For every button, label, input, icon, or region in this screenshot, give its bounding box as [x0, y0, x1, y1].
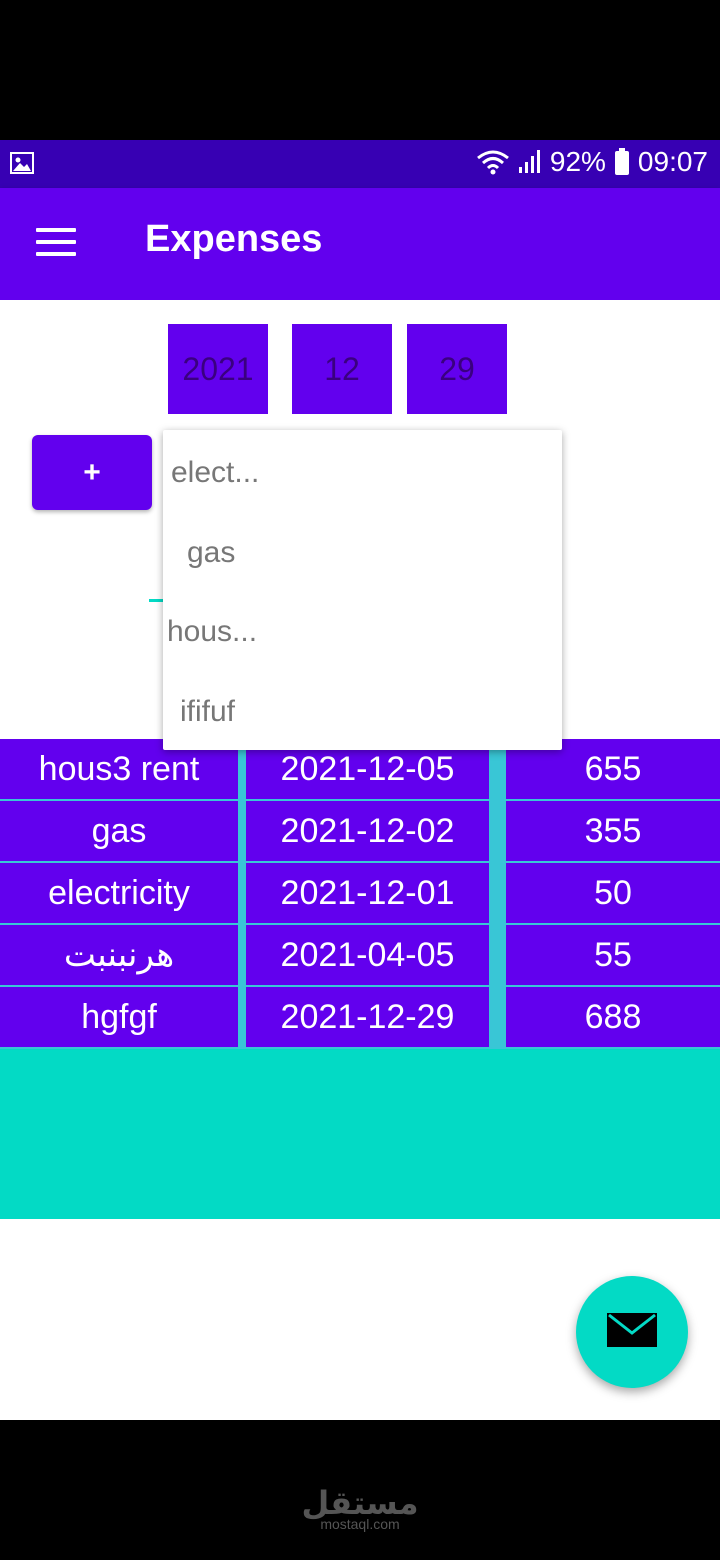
watermark-url: mostaql.com [320, 1516, 400, 1532]
input-underline [149, 599, 163, 602]
expense-name: هرنبنبت [0, 925, 238, 987]
dropdown-item[interactable]: hous... [167, 615, 257, 649]
expense-date: 2021-12-29 [246, 987, 489, 1049]
top-black-bar [0, 0, 720, 140]
add-button[interactable]: + [32, 435, 152, 510]
expense-date: 2021-12-02 [246, 801, 489, 863]
battery-percent: 92% [549, 146, 606, 177]
expense-name: electricity [0, 863, 238, 925]
dropdown-item[interactable]: ififuf [180, 695, 235, 729]
app-bar: Expenses [0, 188, 720, 300]
table-row[interactable]: hgfgf 2021-12-29 688 [0, 987, 720, 1049]
main-content: 2021 12 29 + elect... gas hous... ififuf… [0, 300, 720, 1420]
teal-panel [0, 1049, 720, 1219]
page-title: Expenses [145, 218, 323, 260]
day-field[interactable]: 29 [407, 324, 507, 414]
table-row[interactable]: هرنبنبت 2021-04-05 55 [0, 925, 720, 987]
month-field[interactable]: 12 [292, 324, 392, 414]
image-icon [10, 152, 34, 174]
dropdown-item[interactable]: gas [187, 536, 235, 570]
wifi-icon [476, 149, 510, 175]
menu-icon[interactable] [36, 228, 76, 260]
expense-name: gas [0, 801, 238, 863]
dropdown-item[interactable]: elect... [171, 456, 259, 490]
email-icon [606, 1312, 658, 1353]
battery-icon [614, 148, 630, 176]
expense-date: 2021-04-05 [246, 925, 489, 987]
expense-amount: 688 [506, 987, 720, 1049]
signal-icon [518, 149, 542, 175]
table-row[interactable]: electricity 2021-12-01 50 [0, 863, 720, 925]
clock: 09:07 [637, 146, 708, 177]
year-field[interactable]: 2021 [168, 324, 268, 414]
status-bar: 92% 09:07 [0, 140, 720, 188]
expense-amount: 355 [506, 801, 720, 863]
expense-amount: 55 [506, 925, 720, 987]
category-dropdown[interactable]: elect... gas hous... ififuf [163, 430, 562, 750]
expense-date: 2021-12-01 [246, 863, 489, 925]
email-fab-button[interactable] [576, 1276, 688, 1388]
expense-name: hgfgf [0, 987, 238, 1049]
table-row[interactable]: gas 2021-12-02 355 [0, 801, 720, 863]
expense-amount: 50 [506, 863, 720, 925]
